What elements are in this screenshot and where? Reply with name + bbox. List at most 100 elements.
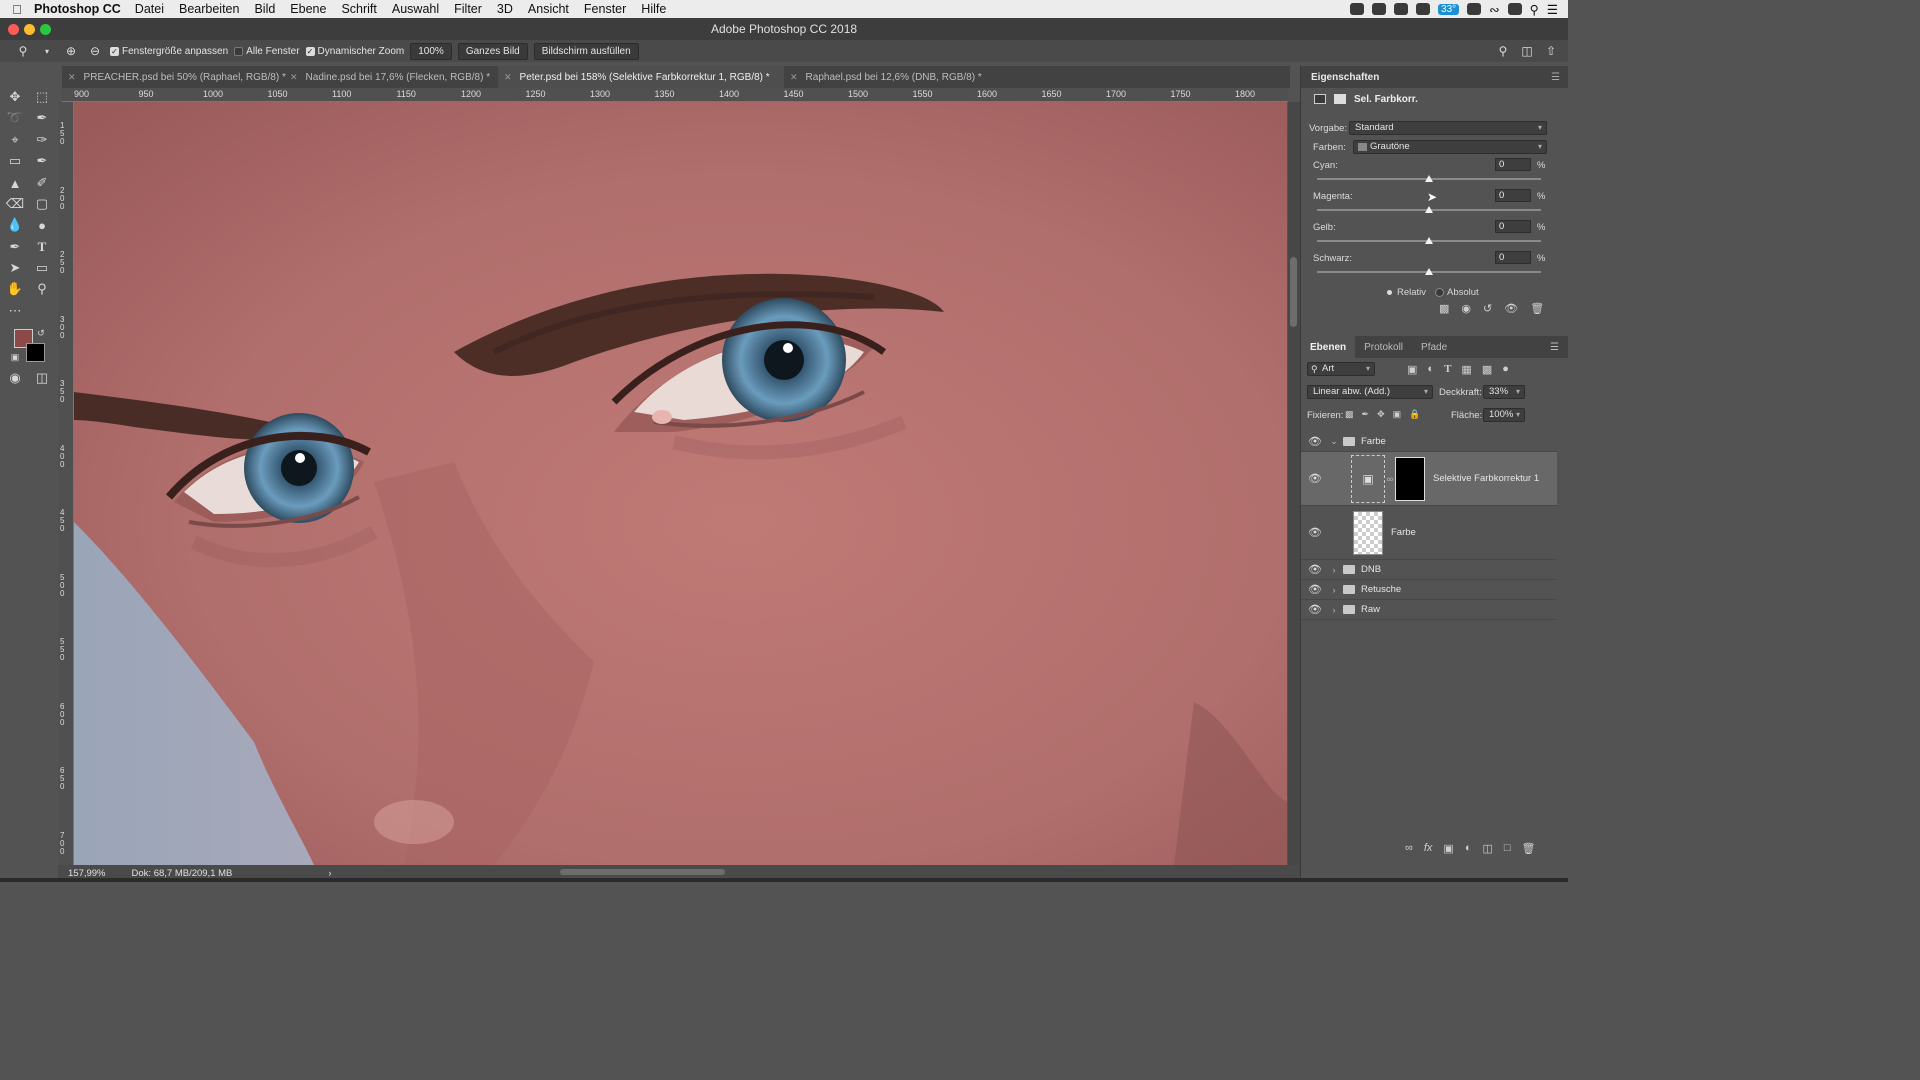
dodge-tool-icon[interactable]: ● [31, 216, 53, 234]
link-layers-icon[interactable]: ∞ [1405, 842, 1413, 855]
absolute-radio[interactable]: Absolut [1435, 287, 1479, 298]
lock-transparency-icon[interactable]: ▩ [1345, 409, 1354, 420]
fill-screen-button[interactable]: Bildschirm ausfüllen [533, 42, 639, 60]
healing-brush-tool-icon[interactable]: ▭ [4, 152, 26, 170]
eyedropper-tool-icon[interactable]: ✑ [31, 131, 53, 149]
lock-artboard-icon[interactable]: ▣ [1393, 409, 1402, 420]
menu-bearbeiten[interactable]: Bearbeiten [179, 2, 239, 16]
hand-tool-icon[interactable]: ✋ [4, 280, 26, 298]
layers-panel-menu-icon[interactable]: ☰ [1541, 336, 1568, 358]
minimize-window-icon[interactable] [24, 24, 35, 35]
layer-group-dnb[interactable]: 👁 › DNB [1301, 560, 1557, 580]
lock-pixels-icon[interactable]: ✒ [1362, 409, 1370, 420]
layer-group-retusche[interactable]: 👁 › Retusche [1301, 580, 1557, 600]
adjustment-thumbnail-icon[interactable]: ▣ [1351, 454, 1385, 503]
tab-raphael[interactable]: ✕ Raphael.psd bei 12,6% (DNB, RGB/8) * [784, 66, 984, 88]
default-colors-icon[interactable]: ▣ [8, 348, 22, 366]
lock-all-icon[interactable]: 🔒 [1409, 409, 1420, 420]
chevron-right-icon[interactable]: › [1329, 585, 1339, 595]
menu-bild[interactable]: Bild [254, 2, 275, 16]
chevron-right-icon[interactable]: › [1329, 565, 1339, 575]
tray-evernote-icon[interactable] [1416, 3, 1431, 15]
blur-tool-icon[interactable]: 💧 [4, 216, 26, 234]
menu-fenster[interactable]: Fenster [584, 2, 626, 16]
close-tab-icon[interactable]: ✕ [68, 72, 76, 83]
magenta-slider-handle[interactable] [1425, 206, 1433, 213]
tab-preacher[interactable]: ✕ PREACHER.psd bei 50% (Raphael, RGB/8) * [62, 66, 286, 88]
quick-selection-tool-icon[interactable]: ✒ [31, 109, 53, 127]
yellow-slider-handle[interactable] [1425, 237, 1433, 244]
zoom-tool-icon[interactable]: ⚲ [31, 280, 53, 298]
menu-datei[interactable]: Datei [135, 2, 164, 16]
delete-layer-icon[interactable]: 🗑 [1522, 842, 1536, 855]
black-slider-handle[interactable] [1425, 268, 1433, 275]
tray-display-icon[interactable] [1467, 3, 1482, 15]
clip-to-layer-icon[interactable]: ▩ [1439, 302, 1449, 315]
history-brush-tool-icon[interactable]: ✐ [31, 174, 53, 192]
marquee-tool-icon[interactable]: ⬚ [31, 88, 53, 106]
scrubby-zoom-checkbox[interactable]: ✓ Dynamischer Zoom [305, 46, 404, 57]
link-icon[interactable]: ∞ [1385, 474, 1395, 484]
preset-dropdown[interactable]: Standard ▾ [1349, 121, 1547, 135]
document-canvas[interactable] [74, 102, 1287, 865]
filter-adjustment-icon[interactable]: ◐ [1427, 363, 1434, 376]
opacity-field[interactable]: 33% ▾ [1483, 385, 1525, 399]
filter-type-icon[interactable]: T [1444, 363, 1451, 376]
close-tab-icon[interactable]: ✕ [504, 72, 512, 83]
menu-ebene[interactable]: Ebene [290, 2, 326, 16]
cyan-slider-handle[interactable] [1425, 175, 1433, 182]
layer-group-raw[interactable]: 👁 › Raw [1301, 600, 1557, 620]
maximize-window-icon[interactable] [40, 24, 51, 35]
colors-dropdown[interactable]: Grautöne ▾ [1353, 140, 1547, 154]
chevron-down-icon[interactable]: ⌄ [1329, 436, 1339, 447]
add-mask-icon[interactable]: ▣ [1443, 842, 1453, 855]
vertical-scrollbar[interactable] [1288, 102, 1300, 865]
layer-mask-thumbnail[interactable] [1395, 456, 1425, 501]
zoom-in-icon[interactable]: ⊕ [62, 44, 80, 58]
visibility-icon[interactable]: 👁 [1504, 302, 1518, 315]
workspace-icon[interactable]: ◫ [1518, 44, 1536, 58]
move-tool-icon[interactable]: ✥ [4, 88, 26, 106]
quick-mask-icon[interactable]: ◉ [4, 369, 26, 387]
menu-auswahl[interactable]: Auswahl [392, 2, 439, 16]
layer-farbe-pixel[interactable]: 👁 Farbe [1301, 506, 1557, 560]
type-tool-icon[interactable]: T [31, 238, 53, 256]
background-color-swatch[interactable] [26, 343, 45, 362]
close-tab-icon[interactable]: ✕ [790, 72, 798, 83]
new-group-icon[interactable]: ◫ [1482, 842, 1492, 855]
battery-icon[interactable] [1507, 3, 1522, 15]
pen-tool-icon[interactable]: ✒ [4, 238, 26, 256]
filter-pixel-icon[interactable]: ▣ [1407, 363, 1417, 376]
tray-dropbox-icon[interactable] [1372, 3, 1387, 15]
zoom-tool-preset-icon[interactable]: ⚲ [14, 44, 32, 58]
tab-peter[interactable]: ✕ Peter.psd bei 158% (Selektive Farbkorre… [498, 66, 784, 88]
filter-toggle-icon[interactable]: ● [1502, 363, 1509, 376]
eraser-tool-icon[interactable]: ⌫ [4, 195, 26, 213]
spotlight-icon[interactable]: ⚲ [1530, 2, 1539, 17]
new-adjustment-icon[interactable]: ◐ [1465, 842, 1472, 855]
all-windows-checkbox[interactable]: Alle Fenster [234, 46, 300, 57]
rectangle-tool-icon[interactable]: ▭ [31, 259, 53, 277]
menu-hilfe[interactable]: Hilfe [641, 2, 666, 16]
visibility-eye-icon[interactable]: 👁 [1301, 563, 1329, 576]
filter-smart-object-icon[interactable]: ▩ [1482, 363, 1492, 376]
visibility-eye-icon[interactable]: 👁 [1301, 603, 1329, 616]
app-name-menu[interactable]: Photoshop CC [34, 2, 121, 16]
menu-schrift[interactable]: Schrift [341, 2, 376, 16]
search-icon[interactable]: ⚲ [1494, 44, 1512, 58]
scroll-thumb[interactable] [1290, 257, 1297, 327]
close-tab-icon[interactable]: ✕ [290, 72, 298, 83]
path-selection-tool-icon[interactable]: ➤ [4, 259, 26, 277]
tab-history[interactable]: Protokoll [1355, 336, 1412, 358]
filter-shape-icon[interactable]: ▦ [1461, 363, 1471, 376]
menu-ansicht[interactable]: Ansicht [528, 2, 569, 16]
notification-center-icon[interactable]: ☰ [1547, 2, 1558, 17]
layer-thumbnail[interactable] [1353, 510, 1383, 555]
magenta-value[interactable]: 0 [1495, 189, 1531, 202]
tab-nadine[interactable]: ✕ Nadine.psd bei 17,6% (Flecken, RGB/8) * [284, 66, 498, 88]
menu-3d[interactable]: 3D [497, 2, 513, 16]
properties-title[interactable]: Eigenschaften [1311, 72, 1379, 83]
zoom-100-button[interactable]: 100% [410, 42, 452, 60]
layer-group-farbe[interactable]: 👁 ⌄ Farbe [1301, 432, 1557, 452]
view-previous-icon[interactable]: ◉ [1461, 302, 1471, 315]
